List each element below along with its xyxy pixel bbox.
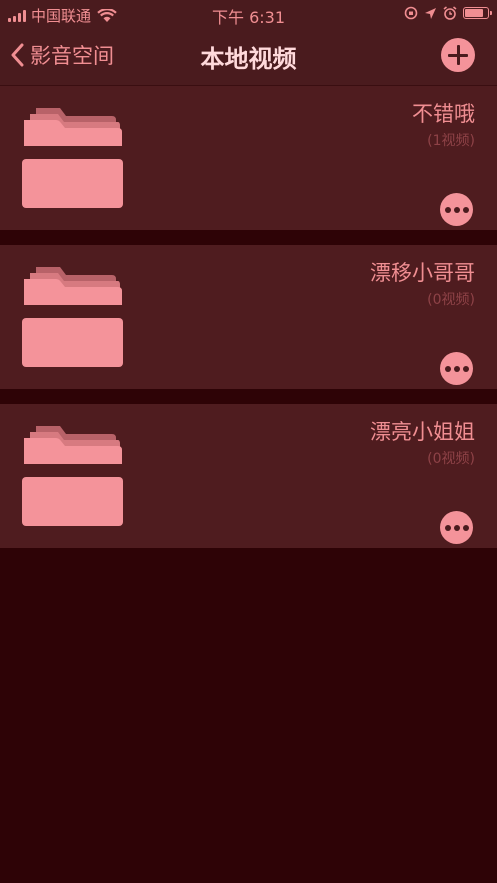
folder-video-count: (0视频) xyxy=(427,451,475,467)
folder-icon xyxy=(22,267,123,367)
back-label: 影音空间 xyxy=(30,44,114,68)
folder-list: 不错哦 (1视频) 漂移小哥哥 (0视频) 漂亮小姐姐 (0视频) xyxy=(0,86,497,563)
more-dot xyxy=(444,206,451,213)
folder-row[interactable]: 漂亮小姐姐 (0视频) xyxy=(0,404,497,548)
more-dot xyxy=(453,524,460,531)
nav-bar: 影音空间 本地视频 xyxy=(0,28,497,86)
more-dot xyxy=(453,365,460,372)
more-dot xyxy=(453,206,460,213)
more-dot xyxy=(462,206,469,213)
more-options-button[interactable] xyxy=(440,352,473,385)
folder-video-count: (1视频) xyxy=(427,133,475,149)
folder-name: 不错哦 xyxy=(412,102,475,126)
status-bar: 中国联通 下午 6:31 xyxy=(0,0,497,28)
chevron-left-icon xyxy=(11,43,24,67)
screen: 中国联通 下午 6:31 影音空间 本地视频 不错哦 (1视频) 漂移小哥哥 (… xyxy=(0,0,497,883)
more-options-button[interactable] xyxy=(440,511,473,544)
more-dot xyxy=(444,365,451,372)
location-icon xyxy=(425,7,436,19)
folder-name: 漂移小哥哥 xyxy=(370,261,475,285)
folder-icon xyxy=(22,426,123,526)
folder-row[interactable]: 漂移小哥哥 (0视频) xyxy=(0,245,497,389)
more-dot xyxy=(444,524,451,531)
back-button[interactable]: 影音空间 xyxy=(10,40,114,70)
alarm-icon xyxy=(443,6,457,20)
rotation-lock-icon xyxy=(404,6,418,20)
folder-icon xyxy=(22,108,123,208)
battery-icon xyxy=(463,7,492,19)
more-dot xyxy=(462,365,469,372)
folder-row[interactable]: 不错哦 (1视频) xyxy=(0,86,497,230)
status-right xyxy=(404,6,492,20)
folder-name: 漂亮小姐姐 xyxy=(370,420,475,444)
more-dot xyxy=(462,524,469,531)
more-options-button[interactable] xyxy=(440,193,473,226)
add-folder-button[interactable] xyxy=(441,38,475,72)
folder-video-count: (0视频) xyxy=(427,292,475,308)
